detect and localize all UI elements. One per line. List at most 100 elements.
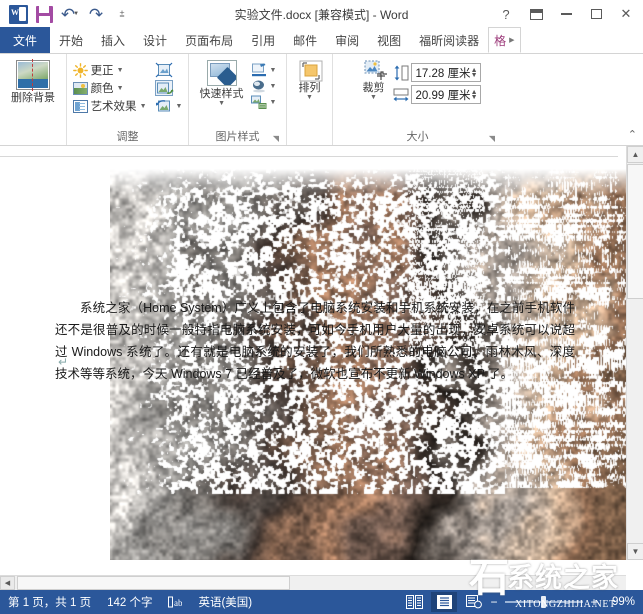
quick-styles-button[interactable]: 快速样式 ▼: [196, 59, 248, 108]
arrange-icon: [299, 60, 321, 80]
shape-height-stepper[interactable]: ▲▼: [471, 68, 478, 78]
zoom-level[interactable]: 99%: [605, 596, 635, 608]
tab-design[interactable]: 设计: [134, 27, 176, 53]
zoom-controls: − + 99%: [489, 595, 643, 609]
tab-review[interactable]: 审阅: [326, 27, 368, 53]
tab-view[interactable]: 视图: [368, 27, 410, 53]
change-picture-button[interactable]: [152, 79, 186, 97]
tab-foxit-reader[interactable]: 福昕阅读器: [410, 27, 488, 53]
document-page[interactable]: ↵ 系统之家（Home System）广义上包含了电脑系统安装和手机系统安装，在…: [0, 156, 618, 560]
color-button[interactable]: 颜色 ▼: [70, 79, 150, 97]
scroll-left-button[interactable]: ◀: [0, 576, 15, 590]
chevron-down-icon: ▼: [270, 99, 277, 106]
language-indicator[interactable]: 英语(美国): [190, 594, 260, 610]
size-dialog-launcher[interactable]: ◥: [488, 135, 496, 143]
chevron-down-icon: ▼: [270, 83, 277, 90]
artistic-effects-button[interactable]: 艺术效果 ▼: [70, 97, 150, 115]
arrange-button[interactable]: 排列 ▼: [295, 59, 325, 102]
window-controls: ? ✕: [491, 0, 641, 28]
shape-height-value: 17.28 厘米: [416, 65, 471, 81]
ribbon-group-picture-styles-label: 图片样式 ◥: [193, 129, 282, 145]
tab-page-layout[interactable]: 页面布局: [176, 27, 242, 53]
picture-layout-icon: [251, 95, 267, 109]
tab-file[interactable]: 文件: [0, 27, 50, 53]
chevron-down-icon: ▼: [176, 103, 183, 110]
scroll-down-button[interactable]: ▼: [627, 543, 643, 560]
spelling-check-icon[interactable]: ab: [160, 596, 190, 609]
print-layout-view-button[interactable]: [431, 592, 457, 612]
collapse-ribbon-button[interactable]: ⌃: [628, 128, 637, 141]
quick-styles-icon: [207, 60, 237, 86]
chevron-down-icon: ▼: [117, 85, 124, 92]
document-area[interactable]: ↵ 系统之家（Home System）广义上包含了电脑系统安装和手机系统安装，在…: [0, 146, 643, 560]
vertical-scrollbar[interactable]: ▲ ▼: [626, 146, 643, 560]
change-picture-icon: [155, 80, 173, 96]
word-logo-icon: W: [6, 2, 30, 26]
shape-height-field: 17.28 厘米 ▲▼: [393, 63, 481, 82]
crop-icon: [363, 60, 385, 80]
word-count[interactable]: 142 个字: [99, 594, 160, 610]
horizontal-scroll-thumb[interactable]: [17, 576, 290, 590]
tab-mailings[interactable]: 邮件: [284, 27, 326, 53]
shape-width-field: 20.99 厘米 ▲▼: [393, 85, 481, 104]
brightness-sun-icon: [73, 63, 88, 78]
arrange-label: 排列: [299, 82, 321, 94]
ribbon-group-adjust: 更正 ▼ 颜色 ▼ 艺术效果 ▼: [66, 54, 188, 145]
minimize-button[interactable]: [551, 2, 581, 26]
crop-button[interactable]: 裁剪 ▼: [359, 59, 389, 102]
shape-width-icon: [393, 87, 408, 102]
ribbon-group-remove-background: 删除背景: [0, 54, 66, 145]
tab-home[interactable]: 开始: [50, 27, 92, 53]
ribbon-group-remove-background-label: [4, 129, 62, 145]
picture-styles-dialog-launcher[interactable]: ◥: [272, 135, 280, 143]
redo-icon[interactable]: ↷: [84, 2, 108, 26]
zoom-slider-knob[interactable]: [541, 596, 546, 608]
shape-width-stepper[interactable]: ▲▼: [471, 90, 478, 100]
picture-layout-button[interactable]: ▼: [248, 94, 280, 110]
shape-height-input[interactable]: 17.28 厘米 ▲▼: [411, 63, 481, 82]
corrections-button[interactable]: 更正 ▼: [70, 61, 150, 79]
chevron-down-icon: ▼: [117, 67, 124, 74]
picture-effects-icon: [251, 79, 267, 93]
page-indicator[interactable]: 第 1 页，共 1 页: [0, 594, 99, 610]
tab-insert[interactable]: 插入: [92, 27, 134, 53]
zoom-out-button[interactable]: −: [489, 595, 499, 609]
ribbon-group-size: 裁剪 ▼ 17.28: [332, 54, 502, 145]
ribbon-group-picture-styles: 快速样式 ▼ ▼: [188, 54, 286, 145]
size-label-text: 大小: [407, 131, 429, 143]
help-button[interactable]: ?: [491, 2, 521, 26]
remove-background-button[interactable]: 删除背景: [7, 59, 59, 105]
scroll-up-button[interactable]: ▲: [627, 146, 643, 163]
word-window: W ↶▼ ↷ ⩲ 实验文件.docx [兼容模式] - Word ? ✕: [0, 0, 643, 614]
chevron-down-icon: ▼: [306, 94, 313, 101]
ribbon-display-options-button[interactable]: [521, 2, 551, 26]
status-bar: 第 1 页，共 1 页 142 个字 ab 英语(美国): [0, 590, 643, 614]
ribbon-group-arrange-label: [291, 129, 328, 145]
color-label: 颜色: [91, 80, 114, 96]
tab-picture-format[interactable]: 格 ▶: [488, 27, 520, 53]
document-body-text[interactable]: 系统之家（Home System）广义上包含了电脑系统安装和手机系统安装，在之前…: [55, 297, 575, 385]
vertical-scroll-thumb[interactable]: [627, 164, 643, 299]
maximize-button[interactable]: [581, 2, 611, 26]
picture-styles-label-text: 图片样式: [216, 131, 260, 143]
quick-styles-label: 快速样式: [200, 88, 244, 100]
picture-border-button[interactable]: ▼: [248, 62, 280, 78]
compress-pictures-button[interactable]: [152, 61, 186, 79]
close-button[interactable]: ✕: [611, 2, 641, 26]
reset-picture-button[interactable]: ▼: [152, 97, 186, 115]
zoom-in-button[interactable]: +: [589, 595, 599, 609]
zoom-slider[interactable]: [505, 596, 583, 608]
horizontal-scrollbar[interactable]: ◀: [0, 575, 626, 590]
web-layout-view-button[interactable]: [461, 592, 487, 612]
customize-qat-icon[interactable]: ⩲: [110, 2, 134, 26]
chevron-down-icon: ▼: [270, 67, 277, 74]
chevron-down-icon: ▼: [218, 100, 225, 107]
undo-icon[interactable]: ↶▼: [58, 2, 82, 26]
chevron-down-icon: ▼: [140, 103, 147, 110]
picture-effects-button[interactable]: ▼: [248, 78, 280, 94]
ribbon-group-adjust-label: 调整: [71, 129, 184, 145]
tab-references[interactable]: 引用: [242, 27, 284, 53]
save-icon[interactable]: [32, 2, 56, 26]
shape-width-input[interactable]: 20.99 厘米 ▲▼: [411, 85, 481, 104]
read-mode-view-button[interactable]: [401, 592, 427, 612]
